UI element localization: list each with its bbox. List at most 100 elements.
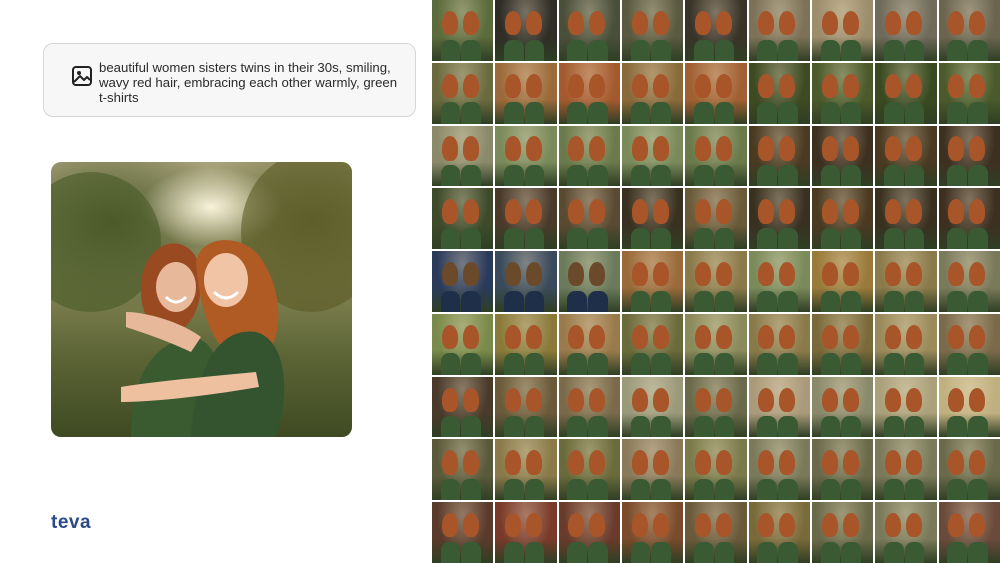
thumbnail-5-9[interactable] — [938, 251, 1000, 312]
figure-hair — [758, 324, 775, 350]
thumbnail-7-2[interactable] — [495, 376, 557, 438]
figure-shirt — [968, 290, 988, 312]
thumbnail-3-6[interactable] — [748, 125, 810, 187]
thumbnail-4-9[interactable] — [938, 188, 1000, 250]
thumbnail-2-7[interactable] — [811, 62, 874, 124]
image-grid — [432, 0, 1000, 563]
figure-hair — [779, 387, 796, 412]
figure-hair — [821, 199, 838, 224]
thumbnail-5-1[interactable] — [432, 251, 494, 312]
thumbnail-8-2[interactable] — [495, 439, 557, 501]
thumbnail-6-5[interactable] — [685, 313, 747, 375]
thumbnail-2-6[interactable] — [748, 62, 810, 124]
thumbnail-1-1[interactable] — [432, 0, 494, 61]
figure-hair — [441, 262, 458, 287]
thumbnail-5-2[interactable] — [495, 251, 557, 312]
thumbnail-1-8[interactable] — [875, 0, 937, 61]
thumbnail-9-6[interactable] — [748, 502, 810, 563]
thumbnail-5-8[interactable] — [875, 251, 937, 312]
thumbnail-9-3[interactable] — [558, 502, 620, 563]
thumbnail-7-6[interactable] — [748, 376, 810, 438]
thumbnail-3-4[interactable] — [621, 125, 684, 187]
thumbnail-5-4[interactable] — [621, 251, 684, 312]
thumbnail-3-2[interactable] — [495, 125, 557, 187]
thumbnail-1-6[interactable] — [748, 0, 810, 61]
thumbnail-5-3[interactable] — [558, 251, 620, 312]
thumbnail-4-8[interactable] — [875, 188, 937, 250]
thumbnail-8-1[interactable] — [432, 439, 494, 501]
thumbnail-7-7[interactable] — [811, 376, 874, 438]
thumbnail-6-3[interactable] — [558, 313, 620, 375]
figure-hair — [969, 199, 986, 224]
thumbnail-1-4[interactable] — [621, 0, 684, 61]
figure-hair — [441, 324, 458, 350]
figure-shirt — [841, 478, 862, 501]
thumbnail-7-3[interactable] — [558, 376, 620, 438]
thumbnail-9-8[interactable] — [875, 502, 937, 563]
thumbnail-2-4[interactable] — [621, 62, 684, 124]
thumbnail-2-8[interactable] — [875, 62, 937, 124]
thumbnail-1-3[interactable] — [558, 0, 620, 61]
thumbnail-4-7[interactable] — [811, 188, 874, 250]
thumbnail-9-2[interactable] — [495, 502, 557, 563]
thumbnail-8-8[interactable] — [875, 439, 937, 501]
thumbnail-4-1[interactable] — [432, 188, 494, 250]
thumbnail-4-6[interactable] — [748, 188, 810, 250]
figure-hair — [568, 513, 585, 538]
thumbnail-9-7[interactable] — [811, 502, 874, 563]
thumbnail-5-6[interactable] — [748, 251, 810, 312]
thumbnail-5-5[interactable] — [685, 251, 747, 312]
thumbnail-3-3[interactable] — [558, 125, 620, 187]
figure-shirt — [714, 353, 735, 375]
thumbnail-6-7[interactable] — [811, 313, 874, 375]
thumbnail-6-9[interactable] — [938, 313, 1000, 375]
thumbnail-1-5[interactable] — [685, 0, 747, 61]
thumbnail-6-4[interactable] — [621, 313, 684, 375]
thumbnail-2-2[interactable] — [495, 62, 557, 124]
figure-hair — [441, 387, 458, 412]
thumbnail-1-9[interactable] — [938, 0, 1000, 61]
thumbnail-9-1[interactable] — [432, 502, 494, 563]
thumbnail-3-7[interactable] — [811, 125, 874, 187]
thumbnail-3-5[interactable] — [685, 125, 747, 187]
thumbnail-7-9[interactable] — [938, 376, 1000, 438]
thumbnail-2-3[interactable] — [558, 62, 620, 124]
thumbnail-2-9[interactable] — [938, 62, 1000, 124]
thumbnail-8-7[interactable] — [811, 439, 874, 501]
thumbnail-9-5[interactable] — [685, 502, 747, 563]
thumbnail-2-5[interactable] — [685, 62, 747, 124]
thumbnail-9-4[interactable] — [621, 502, 684, 563]
thumbnail-6-6[interactable] — [748, 313, 810, 375]
thumbnail-3-9[interactable] — [938, 125, 1000, 187]
thumbnail-4-5[interactable] — [685, 188, 747, 250]
thumbnail-8-9[interactable] — [938, 439, 1000, 501]
thumbnail-8-6[interactable] — [748, 439, 810, 501]
thumbnail-1-2[interactable] — [495, 0, 557, 61]
thumbnail-2-1[interactable] — [432, 62, 494, 124]
thumbnail-9-9[interactable] — [938, 502, 1000, 563]
figure-shirt — [841, 102, 862, 124]
figure-shirt — [503, 165, 524, 187]
figure-shirt — [841, 39, 862, 61]
thumbnail-8-3[interactable] — [558, 439, 620, 501]
thumbnail-4-4[interactable] — [621, 188, 684, 250]
thumbnail-5-7[interactable] — [811, 251, 874, 312]
thumbnail-8-5[interactable] — [685, 439, 747, 501]
thumbnail-7-5[interactable] — [685, 376, 747, 438]
thumbnail-7-8[interactable] — [875, 376, 937, 438]
thumbnail-3-8[interactable] — [875, 125, 937, 187]
thumbnail-6-1[interactable] — [432, 313, 494, 375]
thumbnail-1-7[interactable] — [811, 0, 874, 61]
figure-shirt — [968, 541, 988, 563]
thumbnail-3-1[interactable] — [432, 125, 494, 187]
figure-hair — [842, 387, 859, 412]
thumbnail-6-2[interactable] — [495, 313, 557, 375]
figure-shirt — [778, 165, 798, 187]
thumbnail-7-1[interactable] — [432, 376, 494, 438]
thumbnail-7-4[interactable] — [621, 376, 684, 438]
thumbnail-8-4[interactable] — [621, 439, 684, 501]
thumbnail-4-3[interactable] — [558, 188, 620, 250]
thumbnail-6-8[interactable] — [875, 313, 937, 375]
figure-hair — [441, 513, 458, 538]
thumbnail-4-2[interactable] — [495, 188, 557, 250]
